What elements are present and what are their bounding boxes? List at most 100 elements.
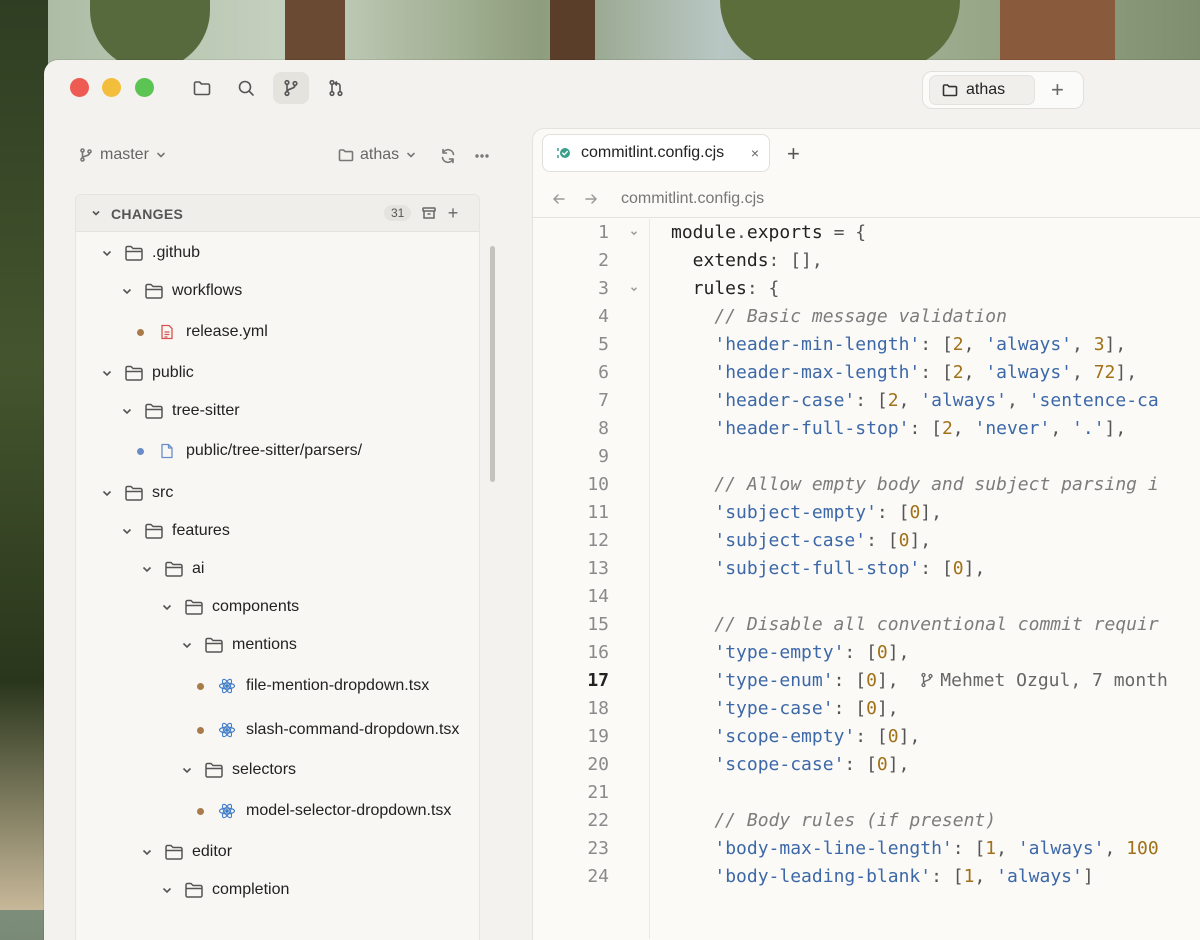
code-line[interactable]: 4 // Basic message validation [533, 303, 1200, 331]
tree-folder[interactable]: public [100, 359, 194, 387]
tree-item-label: src [152, 484, 174, 501]
code-line[interactable]: 24 'body-leading-blank': [1, 'always'] [533, 863, 1200, 891]
code-line[interactable]: 3 rules: { [533, 275, 1200, 303]
code-line[interactable]: 20 'scope-case': [0], [533, 751, 1200, 779]
code-line[interactable]: 23 'body-max-line-length': [1, 'always',… [533, 835, 1200, 863]
project-tab-athas[interactable]: athas [929, 75, 1035, 105]
tree-folder[interactable]: tree-sitter [120, 397, 240, 425]
line-number: 1 [598, 222, 609, 243]
chevron-down-icon [90, 206, 102, 224]
folder-open-icon [204, 636, 224, 654]
code-line[interactable]: 11 'subject-empty': [0], [533, 499, 1200, 527]
tree-folder[interactable]: workflows [120, 277, 242, 305]
changes-count-badge: 31 [384, 205, 412, 221]
line-number: 16 [587, 642, 609, 663]
refresh-icon[interactable] [438, 146, 458, 166]
code-text: 'scope-empty': [0], [714, 726, 921, 747]
new-tab-button[interactable]: + [787, 141, 800, 167]
tree-item-label: mentions [232, 636, 297, 653]
zoom-window-button[interactable] [135, 78, 154, 97]
tree-folder[interactable]: components [160, 593, 299, 621]
code-line[interactable]: 7 'header-case': [2, 'always', 'sentence… [533, 387, 1200, 415]
line-number: 2 [598, 250, 609, 271]
add-project-button[interactable]: + [1051, 78, 1064, 102]
forward-arrow-icon[interactable] [581, 189, 601, 209]
titlebar: athas + [44, 60, 1200, 118]
change-status-dot [197, 726, 204, 734]
pull-request-icon[interactable] [322, 74, 350, 102]
code-line[interactable]: 1 module.exports = { [533, 219, 1200, 247]
tree-file[interactable]: file-mention-dropdown.tsx [197, 672, 429, 700]
change-status-dot [137, 447, 144, 455]
chevron-down-icon [100, 366, 114, 380]
code-line[interactable]: 12 'subject-case': [0], [533, 527, 1200, 555]
breadcrumb[interactable]: commitlint.config.cjs [621, 190, 764, 208]
tree-folder[interactable]: src [100, 479, 173, 507]
editor-tab-label: commitlint.config.cjs [581, 144, 725, 161]
code-line[interactable]: 13 'subject-full-stop': [0], [533, 555, 1200, 583]
tree-folder[interactable]: ai [140, 555, 204, 583]
code-line[interactable]: 9 [533, 443, 1200, 471]
fold-chevron-icon[interactable] [629, 275, 643, 303]
line-number: 11 [587, 502, 609, 523]
tree-file[interactable]: model-selector-dropdown.tsx [197, 797, 451, 825]
code-line[interactable]: 21 [533, 779, 1200, 807]
tree-folder[interactable]: selectors [180, 756, 296, 784]
code-text: 'header-case': [2, 'always', 'sentence-c… [714, 390, 1159, 411]
code-line[interactable]: 16 'type-empty': [0], [533, 639, 1200, 667]
chevron-down-icon [140, 562, 154, 576]
tree-file[interactable]: release.yml [137, 318, 268, 346]
search-icon[interactable] [232, 74, 260, 102]
more-options-icon[interactable] [472, 146, 492, 166]
branch-selector[interactable]: master [78, 146, 167, 164]
close-tab-button[interactable]: × [751, 145, 759, 161]
code-line[interactable]: 6 'header-max-length': [2, 'always', 72]… [533, 359, 1200, 387]
git-branch-icon [80, 148, 92, 162]
changes-header[interactable]: CHANGES 31 + [76, 195, 479, 232]
tree-folder[interactable]: .github [100, 239, 200, 267]
fold-chevron-icon[interactable] [629, 219, 643, 247]
close-window-button[interactable] [70, 78, 89, 97]
chevron-down-icon [120, 404, 134, 418]
changes-panel: CHANGES 31 + .github workflows release.yml… [75, 194, 480, 940]
tree-file[interactable]: slash-command-dropdown.tsx [197, 716, 459, 744]
line-number: 10 [587, 474, 609, 495]
folder-icon [338, 149, 354, 162]
stash-icon[interactable] [420, 204, 438, 222]
code-line[interactable]: 8 'header-full-stop': [2, 'never', '.'], [533, 415, 1200, 443]
repo-selector[interactable]: athas [338, 146, 417, 164]
tree-folder[interactable]: mentions [180, 631, 297, 659]
tree-file[interactable]: public/tree-sitter/parsers/ [137, 437, 362, 465]
tree-item-label: components [212, 598, 300, 615]
back-arrow-icon[interactable] [549, 189, 569, 209]
tree-item-label: public/tree-sitter/parsers/ [186, 442, 363, 459]
project-tab-label: athas [966, 81, 1006, 98]
code-line[interactable]: 14 [533, 583, 1200, 611]
line-number: 17 [587, 670, 609, 691]
tree-folder[interactable]: completion [160, 876, 289, 904]
code-line[interactable]: 15 // Disable all conventional commit re… [533, 611, 1200, 639]
code-line[interactable]: 19 'scope-empty': [0], [533, 723, 1200, 751]
sidebar-scrollbar[interactable] [490, 246, 495, 482]
folder-open-icon [124, 364, 144, 382]
tree-item-label: file-mention-dropdown.tsx [246, 677, 430, 694]
code-line[interactable]: 2 extends: [], [533, 247, 1200, 275]
git-blame-annotation[interactable]: Mehmet Ozgul, 7 month [920, 670, 1168, 691]
tree-folder[interactable]: features [120, 517, 230, 545]
stage-all-button[interactable]: + [444, 204, 462, 222]
editor-tab-commitlint[interactable]: commitlint.config.cjs × [542, 134, 770, 172]
git-branch-icon [921, 672, 933, 688]
git-branch-icon[interactable] [273, 72, 309, 104]
minimize-window-button[interactable] [102, 78, 121, 97]
code-line[interactable]: 22 // Body rules (if present) [533, 807, 1200, 835]
chevron-down-icon [180, 763, 194, 777]
line-number: 13 [587, 558, 609, 579]
code-line[interactable]: 17 'type-enum': [0], Mehmet Ozgul, 7 mon… [533, 667, 1200, 695]
folder-icon[interactable] [188, 74, 216, 102]
tree-folder[interactable]: editor [140, 838, 232, 866]
line-number: 12 [587, 530, 609, 551]
code-line[interactable]: 5 'header-min-length': [2, 'always', 3], [533, 331, 1200, 359]
code-editor[interactable]: 1 module.exports = {2 extends: [], 3 rules… [533, 219, 1200, 939]
code-line[interactable]: 10 // Allow empty body and subject parsi… [533, 471, 1200, 499]
code-line[interactable]: 18 'type-case': [0], [533, 695, 1200, 723]
